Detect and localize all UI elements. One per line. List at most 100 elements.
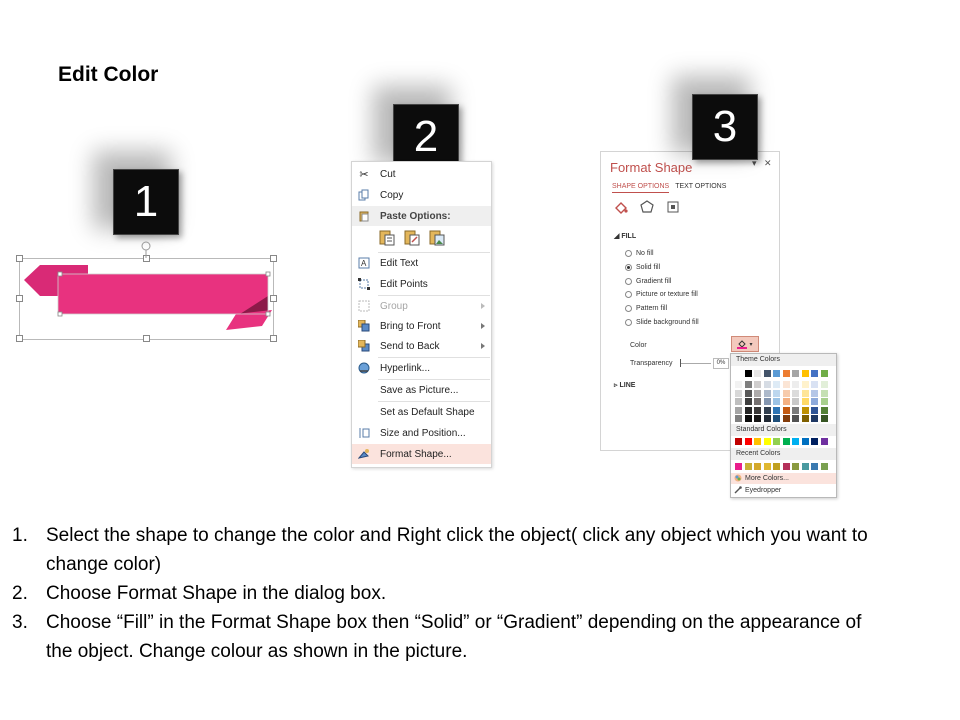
theme-shade-swatch[interactable]: [763, 389, 771, 397]
theme-shade-swatch[interactable]: [801, 406, 809, 414]
theme-shade-swatch[interactable]: [744, 381, 752, 388]
paste-use-destination-icon[interactable]: [403, 228, 421, 246]
menu-item-copy[interactable]: Copy: [352, 185, 491, 205]
theme-shade-swatch[interactable]: [744, 398, 752, 405]
effects-icon[interactable]: [640, 200, 654, 214]
menu-item-save-as-picture[interactable]: Save as Picture...: [352, 380, 491, 400]
theme-shade-swatch[interactable]: [735, 381, 742, 388]
menu-item-group[interactable]: Group: [352, 296, 491, 316]
theme-shade-swatch[interactable]: [754, 381, 761, 388]
theme-shade-swatch[interactable]: [782, 415, 790, 422]
theme-shade-swatch[interactable]: [782, 389, 790, 397]
transparency-slider-thumb[interactable]: [680, 359, 681, 367]
color-picker-button[interactable]: ▾: [731, 336, 759, 352]
theme-shade-swatch[interactable]: [754, 389, 761, 397]
theme-shade-swatch[interactable]: [811, 398, 818, 405]
theme-shade-swatch[interactable]: [763, 406, 771, 414]
standard-color-swatch[interactable]: [801, 438, 809, 445]
theme-color-swatch[interactable]: [801, 370, 809, 377]
theme-shade-swatch[interactable]: [820, 415, 828, 422]
menu-item-bring-to-front[interactable]: Bring to Front: [352, 316, 491, 336]
recent-color-swatch[interactable]: [735, 463, 742, 470]
menu-item-size-position[interactable]: Size and Position...: [352, 423, 491, 443]
theme-shade-swatch[interactable]: [820, 389, 828, 397]
standard-color-swatch[interactable]: [773, 438, 780, 445]
theme-shade-swatch[interactable]: [782, 398, 790, 405]
close-icon[interactable]: ✕: [764, 158, 772, 169]
menu-item-format-shape[interactable]: Format Shape...: [352, 444, 491, 464]
theme-color-swatch[interactable]: [820, 370, 828, 377]
menu-item-hyperlink[interactable]: Hyperlink...: [352, 358, 491, 378]
theme-shade-swatch[interactable]: [801, 381, 809, 388]
theme-shade-swatch[interactable]: [744, 415, 752, 422]
menu-item-send-to-back[interactable]: Send to Back: [352, 336, 491, 356]
line-section-header[interactable]: ▹ LINE: [614, 381, 635, 389]
theme-shade-swatch[interactable]: [811, 389, 818, 397]
theme-color-swatch[interactable]: [763, 370, 771, 377]
recent-color-swatch[interactable]: [754, 463, 761, 470]
more-colors-item[interactable]: More Colors...: [731, 473, 836, 484]
theme-shade-swatch[interactable]: [792, 381, 799, 388]
theme-shade-swatch[interactable]: [820, 398, 828, 405]
standard-color-swatch[interactable]: [820, 438, 828, 445]
theme-color-swatch[interactable]: [773, 370, 780, 377]
menu-item-cut[interactable]: ✂ Cut: [352, 164, 491, 184]
tab-text-options[interactable]: TEXT OPTIONS: [675, 183, 726, 193]
theme-color-swatch[interactable]: [744, 370, 752, 377]
menu-item-edit-text[interactable]: A Edit Text: [352, 253, 491, 273]
theme-shade-swatch[interactable]: [773, 406, 780, 414]
theme-shade-swatch[interactable]: [782, 406, 790, 414]
standard-color-swatch[interactable]: [735, 438, 742, 445]
theme-shade-swatch[interactable]: [735, 389, 742, 397]
recent-color-swatch[interactable]: [773, 463, 780, 470]
theme-shade-swatch[interactable]: [754, 398, 761, 405]
theme-shade-swatch[interactable]: [763, 381, 771, 388]
theme-shade-swatch[interactable]: [773, 398, 780, 405]
theme-shade-swatch[interactable]: [811, 381, 818, 388]
theme-shade-swatch[interactable]: [792, 389, 799, 397]
theme-shade-swatch[interactable]: [744, 406, 752, 414]
recent-color-swatch[interactable]: [763, 463, 771, 470]
fill-section-header[interactable]: ◢ FILL: [614, 232, 636, 240]
paste-keep-formatting-icon[interactable]: [378, 228, 396, 246]
standard-color-swatch[interactable]: [744, 438, 752, 445]
theme-color-swatch[interactable]: [792, 370, 799, 377]
theme-shade-swatch[interactable]: [811, 415, 818, 422]
menu-item-edit-points[interactable]: Edit Points: [352, 274, 491, 294]
theme-shade-swatch[interactable]: [735, 398, 742, 405]
standard-color-swatch[interactable]: [754, 438, 761, 445]
ribbon-shape[interactable]: [18, 238, 280, 338]
theme-color-swatch[interactable]: [811, 370, 818, 377]
theme-shade-swatch[interactable]: [773, 415, 780, 422]
radio-no-fill[interactable]: No fill: [625, 250, 654, 257]
theme-shade-swatch[interactable]: [735, 415, 742, 422]
theme-shade-swatch[interactable]: [763, 398, 771, 405]
theme-shade-swatch[interactable]: [792, 398, 799, 405]
size-properties-icon[interactable]: [666, 200, 680, 214]
theme-color-swatch[interactable]: [754, 370, 761, 377]
radio-slide-background-fill[interactable]: Slide background fill: [625, 319, 699, 326]
fill-line-icon[interactable]: [614, 200, 628, 214]
theme-shade-swatch[interactable]: [754, 415, 761, 422]
transparency-input[interactable]: 0%: [713, 358, 729, 369]
theme-shade-swatch[interactable]: [801, 389, 809, 397]
theme-shade-swatch[interactable]: [792, 406, 799, 414]
paste-picture-icon[interactable]: [428, 228, 446, 246]
transparency-slider[interactable]: [681, 363, 711, 364]
theme-shade-swatch[interactable]: [754, 406, 761, 414]
standard-color-swatch[interactable]: [811, 438, 818, 445]
theme-shade-swatch[interactable]: [820, 406, 828, 414]
radio-picture-fill[interactable]: Picture or texture fill: [625, 291, 698, 298]
theme-color-swatch[interactable]: [735, 370, 742, 377]
theme-shade-swatch[interactable]: [735, 406, 742, 414]
tab-shape-options[interactable]: SHAPE OPTIONS: [612, 183, 670, 193]
recent-color-swatch[interactable]: [792, 463, 799, 470]
standard-color-swatch[interactable]: [792, 438, 799, 445]
recent-color-swatch[interactable]: [801, 463, 809, 470]
recent-color-swatch[interactable]: [820, 463, 828, 470]
theme-shade-swatch[interactable]: [801, 415, 809, 422]
radio-gradient-fill[interactable]: Gradient fill: [625, 278, 671, 285]
radio-solid-fill[interactable]: Solid fill: [625, 264, 660, 271]
theme-shade-swatch[interactable]: [773, 381, 780, 388]
theme-shade-swatch[interactable]: [782, 381, 790, 388]
